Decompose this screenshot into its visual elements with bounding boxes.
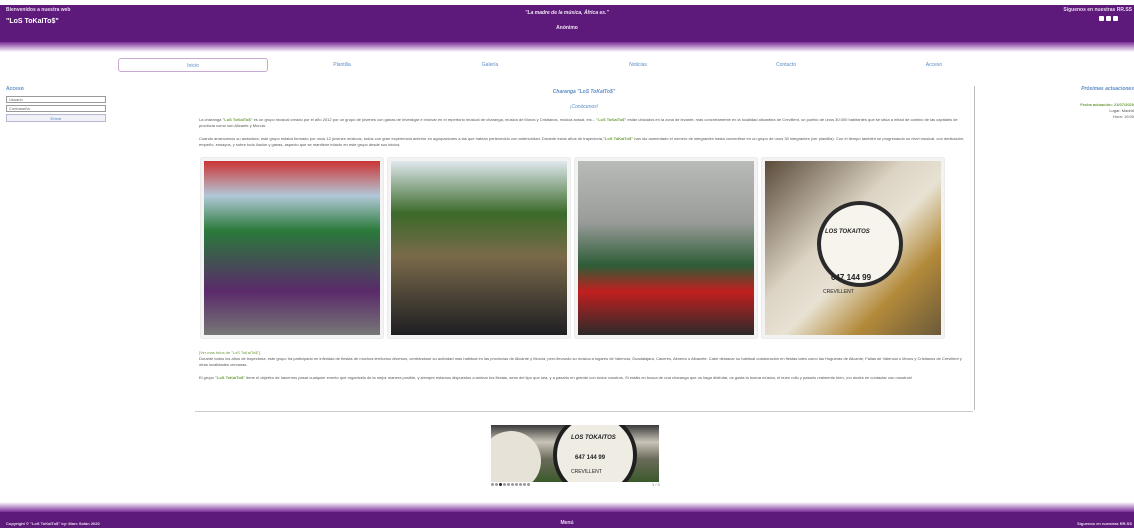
slider-dot[interactable] <box>523 483 526 486</box>
header-gradient <box>0 42 1134 52</box>
login-title: Acceso <box>6 86 24 92</box>
activity-paragraph: Durante todos los años de trayectoria, e… <box>199 356 962 367</box>
header-quote: "La madre de la música, África es." Anón… <box>0 10 1134 31</box>
footer-gradient <box>0 502 1134 512</box>
events-sidebar: Próximas actuaciones Fecha actuación: 21… <box>974 86 1134 410</box>
main-nav: Inicio Plantilla Galería Noticias Contac… <box>118 58 1008 72</box>
intro-paragraph: La charanga "LoS ToKaITo$" es un grupo m… <box>195 117 973 129</box>
slider-dots <box>491 483 530 486</box>
drum-city: CREVILLENT <box>823 289 854 295</box>
band-photo-3[interactable] <box>575 158 757 338</box>
page-subtitle: ¡Conócenos! <box>569 104 599 110</box>
page-title: Charanga "LoS ToKaITo$" <box>552 89 616 95</box>
contact-paragraph: El grupo "LoS ToKaITo$" tiene el objetiv… <box>195 375 973 381</box>
slider-dot[interactable] <box>527 483 530 486</box>
nav-contacto[interactable]: Contacto <box>712 58 860 72</box>
drum-left <box>491 431 541 482</box>
nav-galeria[interactable]: Galería <box>416 58 564 72</box>
slider-dot[interactable] <box>511 483 514 486</box>
slider-dot[interactable] <box>495 483 498 486</box>
band-name: "LoS ToKaITo$" <box>603 136 634 141</box>
text-segment: tiene el objetivo de hacernos pasar cual… <box>245 375 912 380</box>
slider-dot[interactable] <box>503 483 506 486</box>
event-place: Lugar: Madrid <box>1109 108 1134 113</box>
events-title: Próximas actuaciones <box>1081 86 1134 92</box>
slider-dot[interactable] <box>515 483 518 486</box>
login-button[interactable]: Entrar <box>6 114 106 122</box>
footer-menu-link[interactable]: Menú <box>0 520 1134 526</box>
login-panel: Acceso Usuario Contraseña Entrar <box>6 86 110 122</box>
drum-phone: 647 144 99 <box>831 273 872 282</box>
username-field[interactable]: Usuario <box>6 96 106 103</box>
quote-author: Anónimo <box>556 25 578 31</box>
text-segment: La charanga <box>199 117 223 122</box>
text-segment: El grupo <box>199 375 216 380</box>
nav-inicio[interactable]: Inicio <box>118 58 268 72</box>
slider-dot[interactable] <box>491 483 494 486</box>
band-name: "LoS ToKaITo$" <box>596 117 627 122</box>
main-content: Charanga "LoS ToKaITo$" ¡Conócenos! La c… <box>195 86 973 412</box>
band-photo-4[interactable]: LOS TOKAITOS 647 144 99 CREVILLENT <box>762 158 944 338</box>
event-time: Hora: 19:00 <box>1113 114 1134 119</box>
band-name: "LoS ToKaITo$" <box>222 117 253 122</box>
more-photos-link[interactable]: [Ver mas fotos de "LoS ToKaITo$"] <box>195 350 973 355</box>
band-photo-2[interactable] <box>388 158 570 338</box>
text-segment: es un grupo musical creado por el año 20… <box>252 117 597 122</box>
slider-drum-text: LOS TOKAITOS <box>571 435 616 441</box>
band-name: "LoS ToKaITo$" <box>215 375 246 380</box>
text-segment: Cuando arrancamos su andadura, este grup… <box>199 136 604 141</box>
footer-follow-text: Síguenos en nuestras RR.SS <box>1077 521 1132 526</box>
follow-text: Síguenos en nuestras RR.SS <box>1063 7 1132 13</box>
slider-drum-phone: 647 144 99 <box>575 455 606 461</box>
facebook-icon[interactable] <box>1099 16 1104 21</box>
nav-noticias[interactable]: Noticias <box>564 58 712 72</box>
image-slider[interactable]: LOS TOKAITOS 647 144 99 CREVILLENT <box>491 425 659 482</box>
instagram-icon[interactable] <box>1106 16 1111 21</box>
band-photo-1[interactable] <box>201 158 383 338</box>
nav-acceso[interactable]: Acceso <box>860 58 1008 72</box>
slider-drum-city: CREVILLENT <box>571 469 602 475</box>
site-header: Bienvenidos a nuestra web "LoS ToKaITo$"… <box>0 5 1134 42</box>
slider-pager: 1 / 3 <box>652 482 660 487</box>
nav-plantilla[interactable]: Plantilla <box>268 58 416 72</box>
event-date: Fecha actuación: 21/07/2020 <box>1080 102 1134 107</box>
slider-dot[interactable] <box>499 483 502 486</box>
slider-dot[interactable] <box>507 483 510 486</box>
photo-gallery: LOS TOKAITOS 647 144 99 CREVILLENT <box>195 158 973 338</box>
drum-logo-text: LOS TOKAITOS <box>825 229 870 235</box>
youtube-icon[interactable] <box>1113 16 1118 21</box>
history-paragraph: Cuando arrancamos su andadura, este grup… <box>195 136 973 148</box>
password-field[interactable]: Contraseña <box>6 105 106 112</box>
header-social: Síguenos en nuestras RR.SS <box>1063 7 1132 21</box>
site-footer: Copyright © "LoS ToKaITo$" by: Marc Solá… <box>0 512 1134 528</box>
social-links <box>1063 16 1132 21</box>
slider-dot[interactable] <box>519 483 522 486</box>
quote-text: "La madre de la música, África es." <box>525 10 609 16</box>
